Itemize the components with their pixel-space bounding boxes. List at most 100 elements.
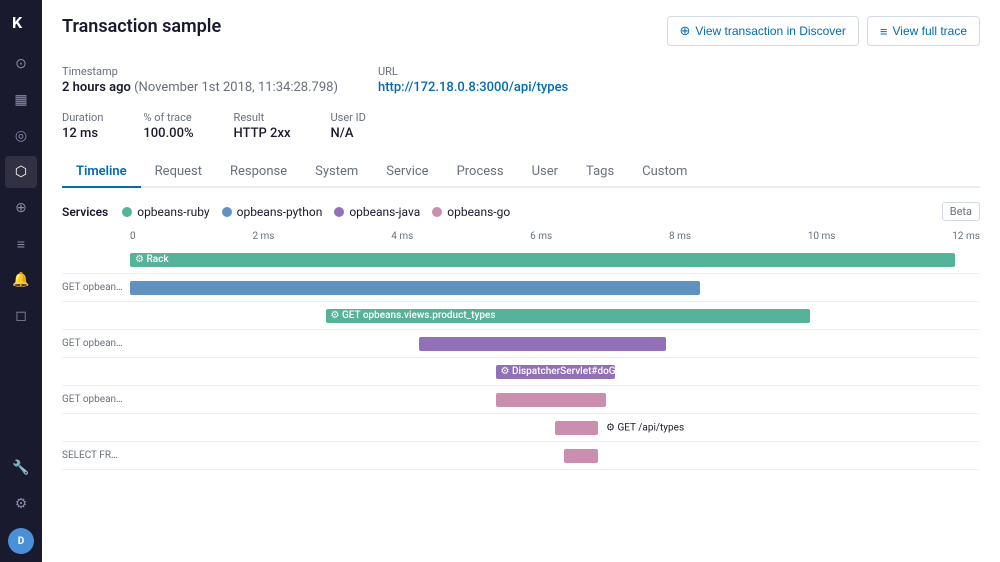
bar-area: [130, 330, 980, 357]
user-id-value: N/A: [331, 126, 366, 141]
bar-area: [130, 274, 980, 301]
span-bar[interactable]: [496, 393, 607, 407]
span-bar[interactable]: ⚙ GET opbeans.views.product_types: [326, 309, 811, 323]
view-full-trace-button[interactable]: ≡ View full trace: [867, 16, 980, 46]
duration-meta: Duration 12 ms: [62, 111, 103, 141]
url-meta: URL http://172.18.0.8:3000/api/types: [378, 65, 980, 95]
tab-response[interactable]: Response: [216, 157, 301, 188]
span-bar[interactable]: [419, 337, 666, 351]
timeline-row: SELECT FROM product_types: [62, 442, 980, 470]
timeline-row: GET opbeans-java:3000: [62, 330, 980, 358]
logo[interactable]: K: [7, 8, 35, 36]
beta-badge: Beta: [942, 202, 980, 221]
settings-icon[interactable]: ⚙: [5, 488, 37, 520]
axis-label: 6 ms: [530, 231, 552, 242]
tab-user[interactable]: User: [518, 157, 572, 188]
result-meta: Result HTTP 2xx: [234, 111, 291, 141]
row-label: SELECT FROM product_types: [62, 450, 130, 461]
service-opbeans-go: opbeans-go: [432, 205, 510, 219]
observability-icon[interactable]: ⊙: [5, 48, 37, 80]
panel-actions: ⊕ View transaction in Discover ≡ View fu…: [667, 16, 981, 46]
services-legend: Services opbeans-rubyopbeans-pythonopbea…: [62, 202, 980, 221]
row-label: GET opbeans-python: [62, 282, 130, 293]
bar-area: ⚙ GET opbeans.views.product_types: [130, 302, 980, 329]
services-dots: opbeans-ruby opbeans-python opbeans-java op…: [122, 205, 510, 219]
canvas-icon[interactable]: ◻: [5, 300, 37, 332]
tab-process[interactable]: Process: [443, 157, 518, 188]
timestamp-meta: Timestamp 2 hours ago (November 1st 2018…: [62, 65, 338, 95]
tab-tags[interactable]: Tags: [572, 157, 628, 188]
timeline-axis: 0 2 ms 4 ms 6 ms 8 ms 10 ms 12 ms: [62, 231, 980, 242]
bar-label-inside: ⚙ DispatcherServlet#doGet: [501, 366, 625, 377]
meta-row-1: Timestamp 2 hours ago (November 1st 2018…: [62, 65, 980, 95]
discover-icon[interactable]: ◎: [5, 120, 37, 152]
span-bar[interactable]: [130, 281, 700, 295]
panel-title: Transaction sample: [62, 16, 221, 37]
service-color-dot: [432, 207, 442, 217]
bar-label-inside: ⚙ GET opbeans.views.product_types: [331, 310, 496, 321]
axis-label: 12 ms: [952, 231, 980, 242]
dev-tools-icon[interactable]: 🔧: [5, 452, 37, 484]
svg-text:K: K: [12, 13, 23, 32]
pct-trace-meta: % of trace 100.00%: [143, 111, 193, 141]
compass-icon: ⊕: [680, 23, 691, 39]
dashboards-icon[interactable]: ▦: [5, 84, 37, 116]
axis-label: 4 ms: [391, 231, 413, 242]
apm-icon[interactable]: ⬡: [5, 156, 37, 188]
service-color-dot: [122, 207, 132, 217]
user-id-meta: User ID N/A: [331, 111, 366, 141]
logs-icon[interactable]: ≡: [5, 228, 37, 260]
result-value: HTTP 2xx: [234, 126, 291, 141]
bar-label-outside: ⚙ GET /api/types: [606, 422, 684, 433]
axis-label: 10 ms: [808, 231, 836, 242]
maps-icon[interactable]: ⊕: [5, 192, 37, 224]
span-bar[interactable]: ⚙ Rack: [130, 253, 955, 267]
service-color-dot: [334, 207, 344, 217]
timeline-row: ⚙ GET opbeans.views.product_types: [62, 302, 980, 330]
timeline-row: ⚙ DispatcherServlet#doGet: [62, 358, 980, 386]
bar-label-inside: ⚙ Rack: [135, 254, 169, 265]
sidebar: K ⊙ ▦ ◎ ⬡ ⊕ ≡ 🔔 ◻ 🔧 ⚙ D: [0, 0, 42, 562]
axis-label: 8 ms: [669, 231, 691, 242]
axis-label: 0: [130, 231, 136, 242]
timeline-row: GET opbeans-python: [62, 274, 980, 302]
url-value[interactable]: http://172.18.0.8:3000/api/types: [378, 80, 980, 95]
service-opbeans-java: opbeans-java: [334, 205, 420, 219]
timeline-rows: ⚙ Rack GET opbeans-python ⚙ GET opbeans.vi…: [62, 246, 980, 470]
service-opbeans-python: opbeans-python: [222, 205, 323, 219]
timeline-chart: 0 2 ms 4 ms 6 ms 8 ms 10 ms 12 ms ⚙ Rack GET op…: [62, 231, 980, 470]
tab-bar: TimelineRequestResponseSystemServiceProc…: [62, 157, 980, 188]
bar-area: ⚙ DispatcherServlet#doGet: [130, 358, 980, 385]
span-bar[interactable]: ⚙ DispatcherServlet#doGet: [496, 365, 615, 379]
meta-row-2: Duration 12 ms % of trace 100.00% Result…: [62, 111, 980, 141]
bar-area: [130, 386, 980, 413]
timeline-row: ⚙ Rack: [62, 246, 980, 274]
bar-area: ⚙ Rack: [130, 246, 980, 273]
span-bar[interactable]: [555, 421, 598, 435]
alerts-icon[interactable]: 🔔: [5, 264, 37, 296]
tab-system[interactable]: System: [301, 157, 372, 188]
avatar[interactable]: D: [8, 528, 34, 554]
tab-request[interactable]: Request: [141, 157, 216, 188]
bar-area: ⚙ GET /api/types: [130, 414, 980, 441]
tab-custom[interactable]: Custom: [628, 157, 701, 188]
view-transaction-discover-button[interactable]: ⊕ View transaction in Discover: [667, 16, 859, 46]
tab-timeline[interactable]: Timeline: [62, 157, 141, 188]
service-opbeans-ruby: opbeans-ruby: [122, 205, 209, 219]
transaction-panel: Transaction sample ⊕ View transaction in…: [42, 0, 1000, 562]
service-color-dot: [222, 207, 232, 217]
row-label: GET opbeans-go: [62, 394, 130, 405]
duration-value: 12 ms: [62, 126, 103, 141]
row-label: GET opbeans-java:3000: [62, 338, 130, 349]
tab-service[interactable]: Service: [372, 157, 442, 188]
timestamp-detail: (November 1st 2018, 11:34:28.798): [134, 80, 338, 95]
list-icon: ≡: [880, 24, 888, 39]
timeline-row: ⚙ GET /api/types: [62, 414, 980, 442]
axis-label: 2 ms: [252, 231, 274, 242]
main-content: Transaction sample ⊕ View transaction in…: [42, 0, 1000, 562]
pct-trace-value: 100.00%: [143, 126, 193, 141]
services-label: Services: [62, 205, 108, 219]
timeline-row: GET opbeans-go: [62, 386, 980, 414]
timestamp-ago: 2 hours ago: [62, 80, 131, 95]
span-bar[interactable]: [564, 449, 598, 463]
